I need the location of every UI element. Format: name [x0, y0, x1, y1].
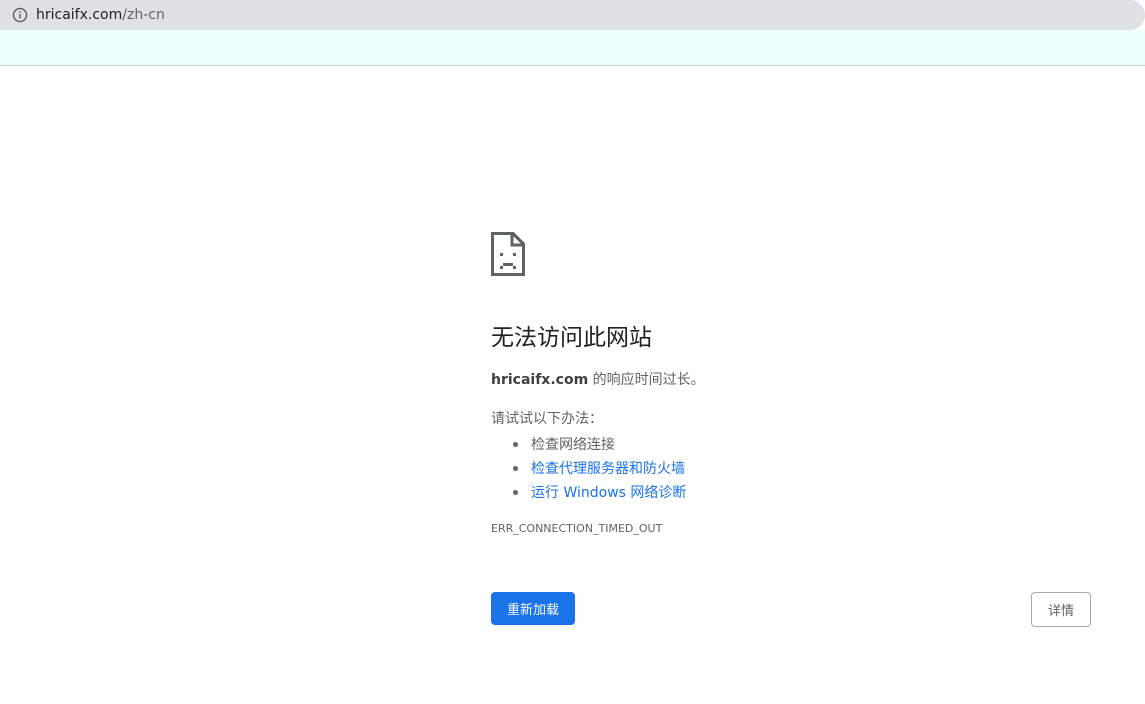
suggestion-item: 检查代理服务器和防火墙	[513, 457, 686, 481]
url-host: hricaifx.com	[36, 7, 123, 23]
try-label: 请试试以下办法：	[491, 411, 603, 427]
sad-page-icon	[491, 232, 525, 276]
suggestion-item: 运行 Windows 网络诊断	[513, 481, 686, 505]
suggestion-check-network: 检查网络连接	[531, 437, 615, 453]
url-text[interactable]: hricaifx.com/zh-cn	[36, 6, 165, 24]
suggestion-list: 检查网络连接 检查代理服务器和防火墙 运行 Windows 网络诊断	[513, 433, 686, 505]
url-path: /zh-cn	[122, 7, 165, 23]
suggestion-item: 检查网络连接	[513, 433, 686, 457]
infobar	[0, 30, 1145, 66]
error-host: hricaifx.com	[491, 372, 589, 388]
info-icon[interactable]	[12, 7, 28, 23]
error-title: 无法访问此网站	[491, 325, 652, 351]
error-subtitle: hricaifx.com 的响应时间过长。	[491, 371, 705, 389]
reload-button[interactable]: 重新加载	[491, 592, 575, 625]
details-button[interactable]: 详情	[1031, 592, 1091, 627]
error-code: ERR_CONNECTION_TIMED_OUT	[491, 522, 663, 535]
suggestion-check-proxy-link[interactable]: 检查代理服务器和防火墙	[531, 461, 685, 477]
address-bar[interactable]: hricaifx.com/zh-cn	[0, 0, 1145, 30]
suggestion-run-diagnostics-link[interactable]: 运行 Windows 网络诊断	[531, 485, 686, 501]
error-subtitle-text: 的响应时间过长。	[588, 372, 705, 388]
